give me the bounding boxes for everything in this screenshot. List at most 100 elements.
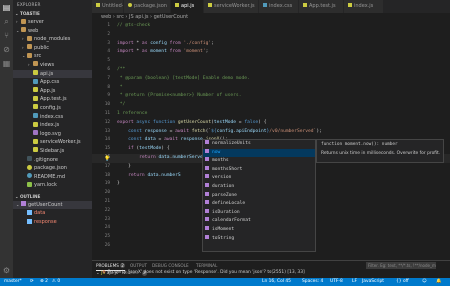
extensions-icon[interactable]: ▦ [2, 59, 11, 68]
tree-item[interactable]: ⌄ src [13, 52, 92, 61]
suggestion-item[interactable]: isDuration [203, 208, 315, 218]
tab-package-json[interactable]: package.json [124, 0, 171, 13]
suggestion-item[interactable]: parseZone [203, 191, 315, 201]
tab-index-css[interactable]: index.css [259, 0, 299, 13]
code-line[interactable]: if (testMode) { [117, 145, 170, 154]
encoding[interactable]: UTF-8 [330, 278, 343, 286]
tree-item[interactable]: README.md [13, 173, 92, 182]
problems-filter-input[interactable]: Filter. Eg: text, **/*.ts, !**/node_m... [366, 262, 436, 269]
end-of-line[interactable]: LF [352, 278, 357, 286]
suggestion-item[interactable]: toString [203, 234, 315, 244]
indentation[interactable]: Spaces: 4 [302, 278, 323, 286]
code-line[interactable]: } [117, 163, 131, 172]
outline-item[interactable]: ⌄ getUserCount [13, 200, 92, 210]
tree-item[interactable]: Sidebar.js [13, 147, 92, 156]
line-number: 20 [104, 190, 110, 196]
code-line[interactable]: export async function getUserCount(testM… [117, 119, 266, 128]
source-control-icon[interactable]: ⑂ [2, 31, 11, 40]
method-icon [205, 157, 209, 162]
problem-item[interactable]: ⊗ Property 'jsonX' does not exist on type… [102, 269, 305, 277]
warnings-indicator[interactable]: ⚠ 0 [52, 278, 60, 286]
outline-title: OUTLINE [19, 193, 41, 199]
eslint-status[interactable]: {} off [396, 278, 409, 286]
tree-item-label: App.test.js [40, 96, 67, 103]
tree-item[interactable]: api.js [13, 69, 92, 79]
tree-item[interactable]: › server [13, 18, 92, 27]
feedback-icon[interactable]: ☺ [422, 278, 427, 286]
outline-item[interactable]: response [13, 218, 92, 227]
code-line[interactable]: // @ts-check [117, 22, 150, 31]
language-mode[interactable]: JavaScript [362, 278, 384, 286]
suggestion-item[interactable]: version [203, 174, 315, 183]
breadcrumb[interactable]: web › src › JS api.js › getUserCount [92, 13, 450, 22]
method-icon [205, 234, 209, 239]
tree-item[interactable]: index.css [13, 113, 92, 122]
tab-index-js[interactable]: index.js [344, 0, 384, 13]
code-token: from [169, 49, 184, 55]
suggestion-item[interactable]: defineLocale [203, 200, 315, 209]
search-icon[interactable]: ⌕ [2, 17, 11, 26]
tree-item[interactable]: package.json [13, 164, 92, 173]
notifications-bell-icon[interactable]: 🔔 [436, 278, 441, 286]
code-token: ); [316, 128, 322, 134]
suggestion-signature: function moment.now(): number [321, 142, 398, 147]
outline-section-title[interactable]: ⌄ OUTLINE [13, 193, 92, 201]
svg-icon [33, 130, 38, 136]
code-line[interactable]: const response = await fetch(`${config.a… [117, 128, 322, 137]
suggestion-item[interactable]: isMoment [203, 225, 315, 235]
suggestion-item[interactable]: calendarFormat [203, 217, 315, 226]
tab-api-js[interactable]: api.js [171, 0, 204, 13]
code-line[interactable]: return data.numberS [117, 172, 181, 181]
settings-gear-icon[interactable]: ⚙ [2, 266, 11, 275]
suggestion-item[interactable]: monthsShort [203, 165, 315, 175]
cursor-position[interactable]: Ln 16, Col 45 [262, 278, 291, 286]
code-token: data [144, 137, 159, 143]
code-line[interactable]: } [117, 180, 120, 189]
debug-icon[interactable]: ⊘ [2, 45, 11, 54]
tree-item[interactable]: index.js [13, 121, 92, 130]
tree-item[interactable]: .gitignore [13, 156, 92, 165]
tree-item[interactable]: ⌄ web [13, 27, 92, 36]
suggestion-item[interactable]: normalizeUnits [203, 140, 315, 149]
files-icon[interactable]: ▤ [2, 3, 11, 12]
tree-item[interactable]: App.js [13, 87, 92, 96]
tree-item[interactable]: › node_modules [13, 35, 92, 44]
suggestion-item[interactable]: now [203, 148, 315, 158]
suggestion-item[interactable]: months [203, 157, 315, 166]
tree-item[interactable]: App.test.js [13, 95, 92, 104]
tree-item[interactable]: logo.svg [13, 130, 92, 139]
error-icon: ⊗ [102, 270, 106, 275]
code-line[interactable]: import * as config from './config'; [117, 40, 214, 49]
tab-serviceworker-js[interactable]: serviceWorker.js [204, 0, 259, 13]
code-line[interactable]: * @param {boolean} [testMode] Enable dem… [117, 75, 250, 84]
tab-app-test-js[interactable]: App.test.js [299, 0, 344, 13]
tree-item[interactable]: yarn.lock [13, 181, 92, 190]
tree-item-label: .gitignore [34, 156, 58, 163]
outline-item[interactable]: data [13, 209, 92, 218]
sync-icon[interactable]: ⟳ [30, 278, 34, 286]
tree-item[interactable]: config.js [13, 104, 92, 113]
tab-label: api.js [181, 3, 195, 9]
code-line[interactable]: * @return {Promise<number>} Number of us… [117, 92, 242, 101]
folder-icon [21, 18, 26, 24]
code-line[interactable]: /** [117, 66, 125, 75]
errors-indicator[interactable]: ⊗ 2 [40, 278, 48, 286]
code-token: const [117, 137, 145, 143]
suggestion-list[interactable]: normalizeUnits now months monthsShort versio… [202, 139, 316, 252]
tab-untitled-1[interactable]: Untitled-1 [92, 0, 124, 13]
tree-item[interactable]: › views [13, 61, 92, 70]
tree-item[interactable]: serviceWorker.js [13, 138, 92, 147]
code-line[interactable]: import * as moment from 'moment'; [117, 48, 208, 57]
code-line[interactable]: * [117, 84, 123, 93]
code-line[interactable]: 1 reference [117, 110, 147, 119]
line-number: 12 [104, 119, 110, 125]
outline-tree: ⌄ getUserCount data response [13, 200, 92, 227]
branch-indicator[interactable]: master* [4, 278, 22, 286]
tree-item[interactable]: › public [13, 44, 92, 53]
lightbulb-icon[interactable]: 💡 [104, 156, 110, 162]
workspace-section-title[interactable]: ⌄ TOASTIE [13, 10, 92, 18]
code-line[interactable]: */ [117, 101, 126, 110]
suggestion-item[interactable]: duration [203, 182, 315, 192]
method-icon [205, 191, 209, 196]
tree-item[interactable]: App.css [13, 78, 92, 87]
